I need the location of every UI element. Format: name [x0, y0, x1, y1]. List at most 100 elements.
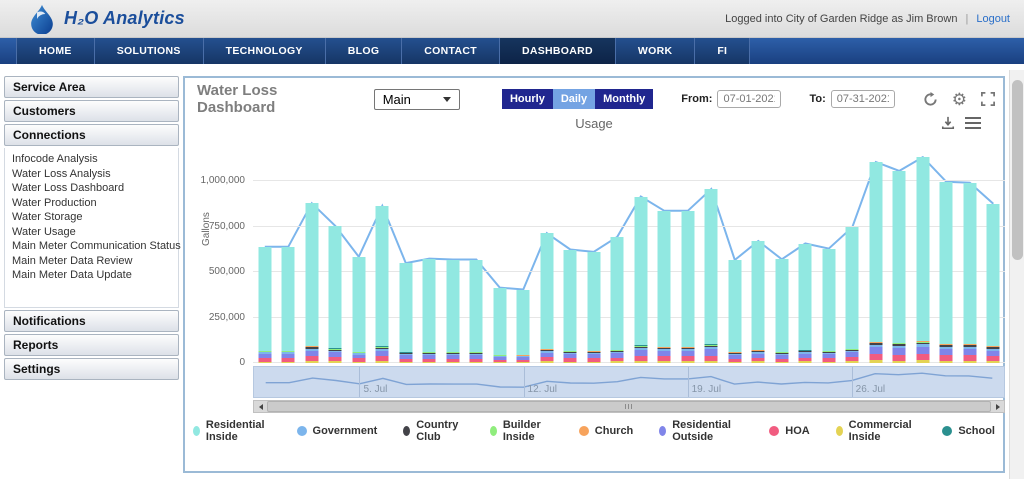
sidebar-section-reports[interactable]: Reports	[4, 334, 179, 356]
nav-tab-home[interactable]: HOME	[16, 38, 95, 64]
usage-bar-7-Jul[interactable]	[399, 263, 412, 363]
scrollbar-thumb[interactable]	[267, 401, 991, 412]
legend-item-residential-outside[interactable]: Residential Outside	[659, 419, 743, 443]
sidebar-item-water-loss-dashboard[interactable]: Water Loss Dashboard	[12, 181, 174, 196]
usage-bar-6-Jul[interactable]	[376, 206, 389, 363]
nav-tab-fi[interactable]: FI	[695, 38, 750, 64]
logout-link[interactable]: Logout	[976, 13, 1010, 25]
from-date-input[interactable]	[717, 90, 781, 108]
usage-bar-20-Jul[interactable]	[705, 189, 718, 363]
usage-bar-25-Jul[interactable]	[822, 249, 835, 363]
vertical-scrollbar[interactable]	[1009, 70, 1024, 479]
legend-item-school[interactable]: School	[942, 419, 995, 443]
legend-color-dot	[942, 426, 952, 436]
usage-bar-15-Jul[interactable]	[587, 252, 600, 363]
legend-item-builder-inside[interactable]: Builder Inside	[490, 419, 553, 443]
usage-bar-1-Aug[interactable]	[987, 204, 1000, 363]
interval-button-daily[interactable]: Daily	[553, 89, 595, 109]
bar-segment-residential-inside	[658, 211, 671, 347]
usage-bar-1-Jul[interactable]	[258, 247, 271, 363]
refresh-icon[interactable]	[923, 92, 938, 107]
chart-navigator[interactable]: 5. Jul12. Jul19. Jul26. Jul	[253, 366, 1005, 398]
to-date-input[interactable]	[831, 90, 895, 108]
legend-label: Country Club	[416, 419, 464, 443]
sidebar-section-notifications[interactable]: Notifications	[4, 310, 179, 332]
fullscreen-icon[interactable]	[981, 92, 995, 106]
nav-tab-work[interactable]: WORK	[616, 38, 695, 64]
usage-bar-4-Jul[interactable]	[329, 226, 342, 363]
top-header: H₂O Analytics Logged into City of Garden…	[0, 0, 1024, 38]
interval-button-monthly[interactable]: Monthly	[595, 89, 653, 109]
usage-bar-22-Jul[interactable]	[752, 241, 765, 363]
legend-item-residential-inside[interactable]: Residential Inside	[193, 419, 271, 443]
sidebar-item-main-meter-data-update[interactable]: Main Meter Data Update	[12, 268, 174, 283]
bar-segment-residential-inside	[799, 244, 812, 351]
usage-bar-31-Jul[interactable]	[963, 183, 976, 363]
usage-bar-27-Jul[interactable]	[869, 162, 882, 363]
usage-bar-24-Jul[interactable]	[799, 244, 812, 363]
bar-segment-commercial-inside	[963, 361, 976, 363]
usage-bar-9-Jul[interactable]	[446, 260, 459, 363]
chart-menu-icon[interactable]	[965, 117, 981, 129]
legend-label: Builder Inside	[503, 419, 553, 443]
usage-bar-11-Jul[interactable]	[493, 288, 506, 363]
usage-bar-17-Jul[interactable]	[634, 197, 647, 363]
sidebar-item-water-usage[interactable]: Water Usage	[12, 225, 174, 240]
bar-segment-residential-inside	[305, 203, 318, 346]
usage-bar-13-Jul[interactable]	[540, 233, 553, 363]
settings-gear-icon[interactable]: ⚙	[952, 91, 967, 108]
bar-segment-residential-inside	[446, 260, 459, 352]
usage-bar-8-Jul[interactable]	[423, 259, 436, 363]
navigator-tick-label: 19. Jul	[692, 384, 721, 395]
view-select[interactable]: Main	[374, 89, 460, 110]
usage-bar-30-Jul[interactable]	[940, 182, 953, 363]
sidebar-item-main-meter-communication-status[interactable]: Main Meter Communication Status	[12, 239, 174, 254]
bar-segment-commercial-inside	[540, 361, 553, 363]
legend-item-commercial-inside[interactable]: Commercial Inside	[836, 419, 917, 443]
usage-bar-5-Jul[interactable]	[352, 257, 365, 363]
usage-bar-10-Jul[interactable]	[470, 260, 483, 363]
chart-horizontal-scrollbar[interactable]	[253, 400, 1005, 413]
usage-bar-14-Jul[interactable]	[564, 250, 577, 363]
legend-label: Church	[595, 425, 634, 437]
usage-bar-19-Jul[interactable]	[681, 211, 694, 363]
interval-button-hourly[interactable]: Hourly	[502, 89, 553, 109]
sidebar-section-customers[interactable]: Customers	[4, 100, 179, 122]
usage-bar-29-Jul[interactable]	[916, 157, 929, 363]
usage-bar-16-Jul[interactable]	[611, 237, 624, 363]
sidebar-item-main-meter-data-review[interactable]: Main Meter Data Review	[12, 254, 174, 269]
sidebar-section-connections[interactable]: Connections	[4, 124, 179, 146]
legend-item-government[interactable]: Government	[297, 419, 378, 443]
bar-segment-commercial-inside	[987, 361, 1000, 363]
legend-color-dot	[403, 426, 410, 436]
sidebar-section-settings[interactable]: Settings	[4, 358, 179, 380]
usage-bar-23-Jul[interactable]	[775, 259, 788, 363]
scroll-right-arrow[interactable]	[991, 401, 1004, 412]
usage-bar-18-Jul[interactable]	[658, 211, 671, 363]
legend-item-hoa[interactable]: HOA	[769, 419, 809, 443]
usage-bar-2-Jul[interactable]	[282, 247, 295, 363]
nav-tab-contact[interactable]: CONTACT	[402, 38, 500, 64]
nav-tab-blog[interactable]: BLOG	[326, 38, 403, 64]
nav-tab-solutions[interactable]: SOLUTIONS	[95, 38, 204, 64]
usage-bar-28-Jul[interactable]	[893, 171, 906, 363]
bar-segment-commercial-inside	[423, 362, 436, 363]
usage-bar-21-Jul[interactable]	[728, 260, 741, 363]
bar-segment-commercial-inside	[611, 361, 624, 363]
legend-item-country-club[interactable]: Country Club	[403, 419, 464, 443]
main-navigation: HOMESOLUTIONSTECHNOLOGYBLOGCONTACTDASHBO…	[0, 38, 1024, 64]
vertical-scrollbar-thumb[interactable]	[1012, 80, 1023, 260]
usage-bar-26-Jul[interactable]	[846, 227, 859, 363]
sidebar-item-water-loss-analysis[interactable]: Water Loss Analysis	[12, 167, 174, 182]
legend-item-church[interactable]: Church	[579, 419, 634, 443]
nav-tab-technology[interactable]: TECHNOLOGY	[204, 38, 326, 64]
download-icon[interactable]	[941, 116, 955, 130]
nav-tab-dashboard[interactable]: DASHBOARD	[500, 38, 616, 64]
scroll-left-arrow[interactable]	[254, 401, 267, 412]
sidebar-section-service-area[interactable]: Service Area	[4, 76, 179, 98]
usage-bar-3-Jul[interactable]	[305, 203, 318, 363]
usage-bar-12-Jul[interactable]	[517, 290, 530, 363]
sidebar-item-water-storage[interactable]: Water Storage	[12, 210, 174, 225]
sidebar-item-water-production[interactable]: Water Production	[12, 196, 174, 211]
sidebar-item-infocode-analysis[interactable]: Infocode Analysis	[12, 152, 174, 167]
